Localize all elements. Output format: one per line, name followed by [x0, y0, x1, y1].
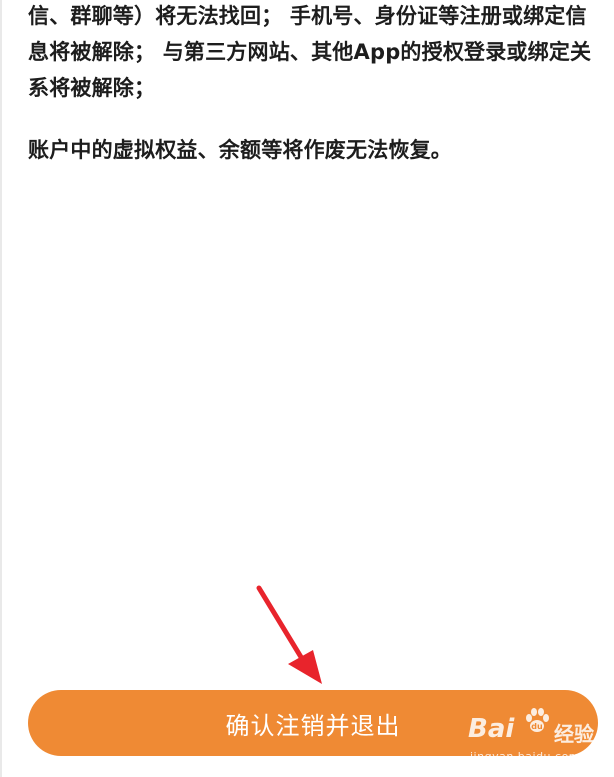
- left-divider: [0, 0, 2, 777]
- watermark-suffix: 经验: [554, 722, 594, 746]
- watermark-url: jingyan.baidu.com: [470, 750, 581, 763]
- baidu-jingyan-watermark: Bai du 经验 jingyan.baidu.com: [468, 708, 608, 772]
- svg-text:du: du: [531, 722, 543, 731]
- red-arrow-icon: [256, 585, 322, 684]
- notice-paragraph-balance: 账户中的虚拟权益、余额等将作废无法恢复。: [28, 138, 452, 162]
- baidu-paw-icon: du: [526, 708, 549, 732]
- notice-paragraph-consequences: 信、群聊等）将无法找回； 手机号、身份证等注册或绑定信息将被解除； 与第三方网站…: [28, 4, 592, 100]
- watermark-brand: Bai: [468, 714, 515, 744]
- account-cancellation-page: 信、群聊等）将无法找回； 手机号、身份证等注册或绑定信息将被解除； 与第三方网站…: [0, 0, 614, 777]
